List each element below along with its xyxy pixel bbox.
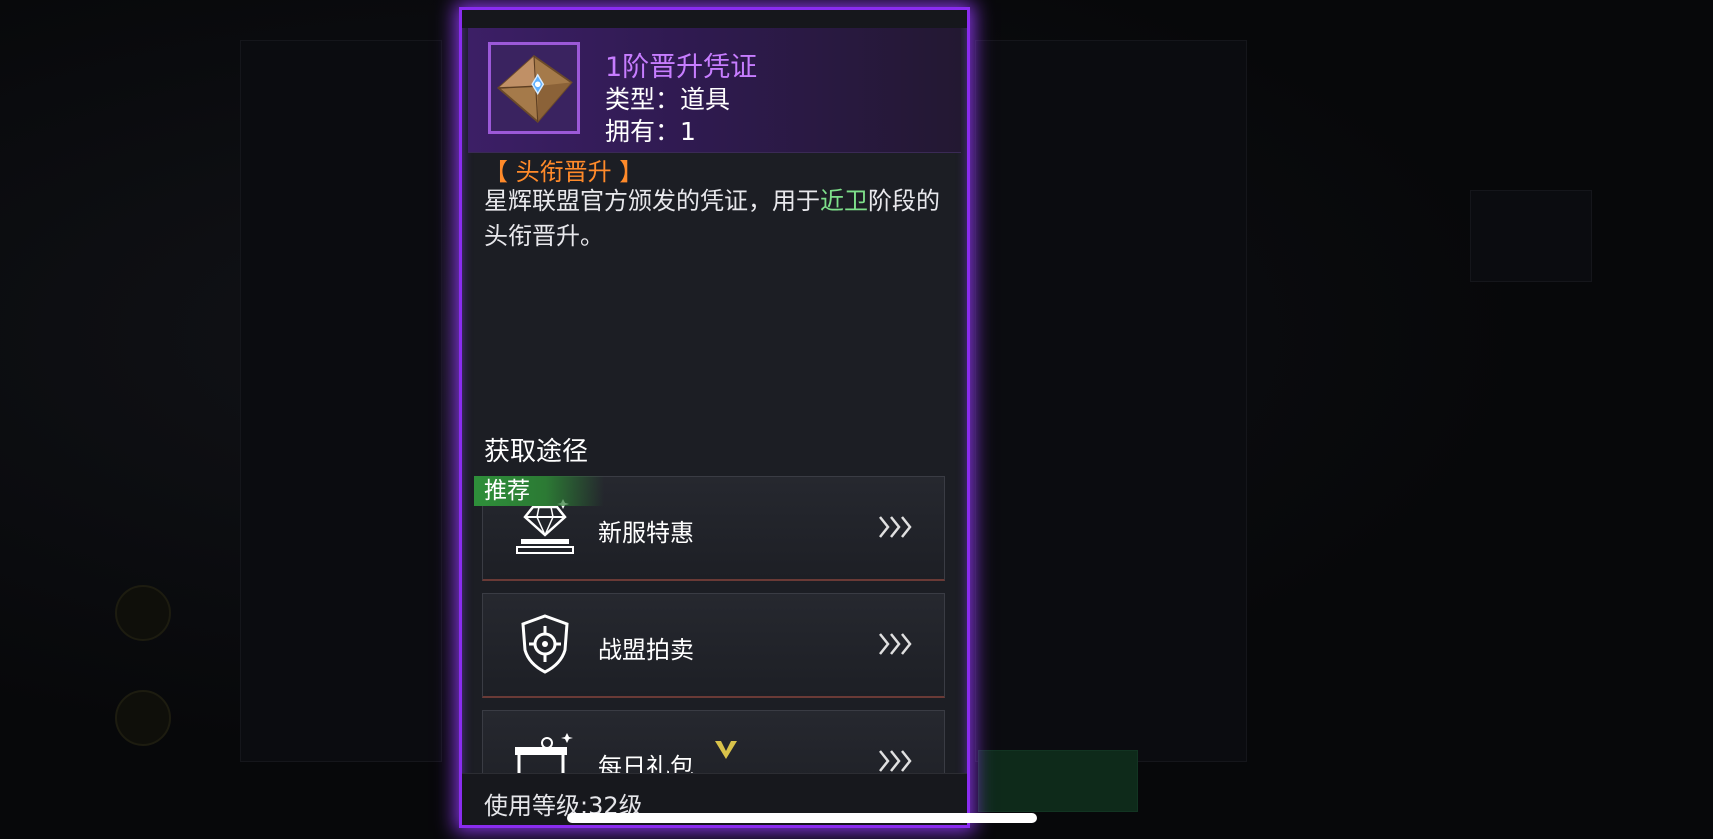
- item-name: 1阶晋升凭证: [605, 52, 758, 83]
- home-indicator[interactable]: [567, 813, 1037, 823]
- background-side-button: [1470, 190, 1592, 282]
- route-label: 新服特惠: [598, 519, 694, 547]
- description-text: 星辉联盟官方颁发的凭证，用于: [484, 187, 820, 215]
- popup-top-bar: [462, 10, 967, 28]
- item-owned-count: 拥有：1: [605, 117, 696, 146]
- vip-chevron-icon: [715, 741, 737, 759]
- triple-chevron-right-icon: [876, 624, 916, 664]
- background-badge-icon: [115, 585, 171, 641]
- recommended-badge: 推荐: [474, 476, 604, 506]
- route-label: 战盟拍卖: [598, 636, 694, 664]
- route-alliance-auction[interactable]: 战盟拍卖: [482, 593, 945, 698]
- promotion-certificate-icon: [488, 42, 580, 134]
- shield-target-icon: [513, 612, 577, 676]
- item-detail-popup: 1阶晋升凭证 类型：道具 拥有：1 【 头衔晋升 】 星辉联盟官方颁发的凭证，用…: [459, 7, 970, 828]
- background-badge-icon: [115, 690, 171, 746]
- background-green-button: [978, 750, 1138, 812]
- item-type: 类型：道具: [605, 85, 731, 114]
- section-tag: 【 头衔晋升 】: [484, 158, 644, 186]
- background-left-panel: [240, 40, 442, 762]
- item-header: 1阶晋升凭证 类型：道具 拥有：1: [468, 28, 961, 153]
- background-right-panel: [975, 40, 1247, 762]
- acquisition-title: 获取途径: [484, 437, 589, 467]
- triple-chevron-right-icon: [876, 507, 916, 547]
- description-highlight: 近卫: [820, 187, 868, 215]
- item-description: 星辉联盟官方颁发的凭证，用于近卫阶段的头衔晋升。: [484, 184, 949, 254]
